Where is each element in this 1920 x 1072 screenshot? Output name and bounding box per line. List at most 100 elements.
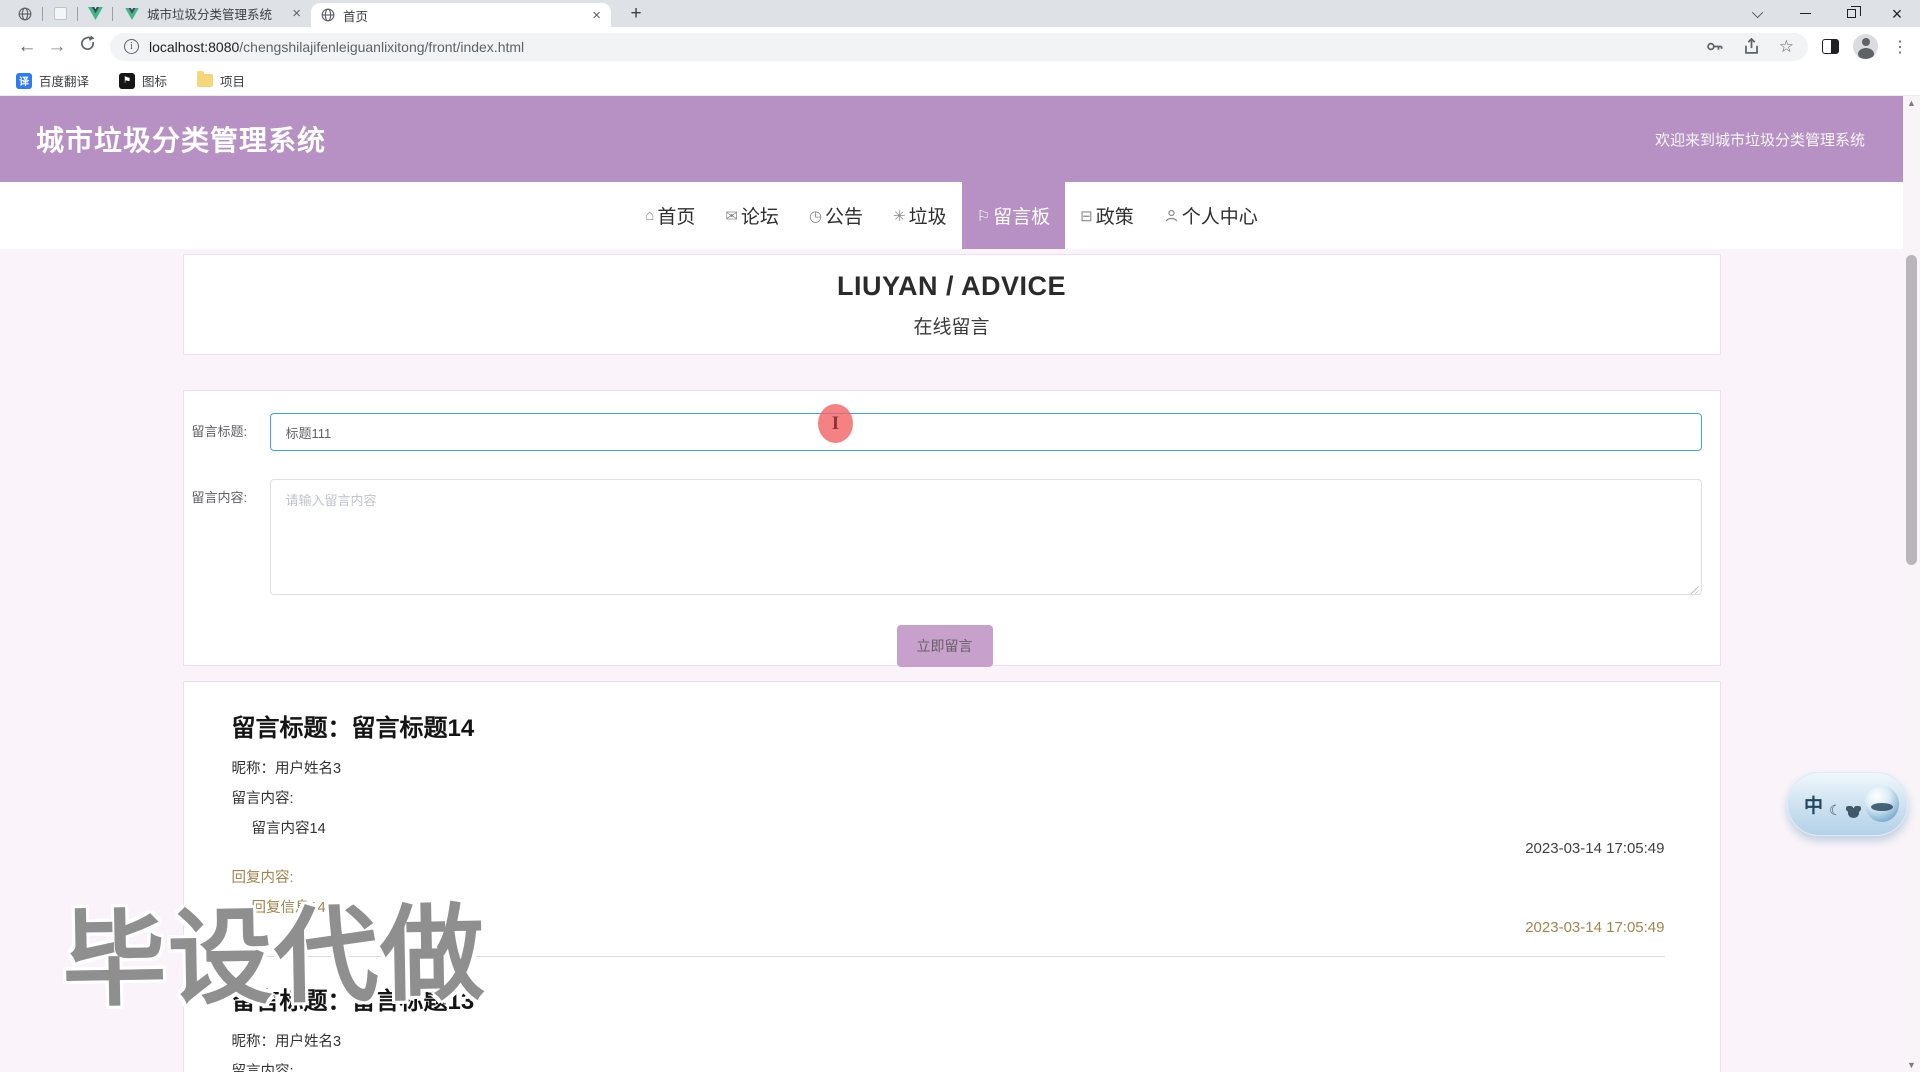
tab-garbage-system[interactable]: 城市垃圾分类管理系统 ×	[115, 0, 311, 27]
bookmark-label: 项目	[220, 75, 246, 89]
browser-tab-strip: 城市垃圾分类管理系统 × 首页 × + ×	[0, 0, 1920, 27]
nav-label: 个人中心	[1181, 207, 1258, 228]
form-row-title: 留言标题:	[188, 413, 1702, 451]
submit-row: 立即留言	[188, 625, 1702, 667]
message-content-label: 留言内容:	[231, 791, 294, 807]
banner-title: LIUYAN / ADVICE	[836, 271, 1067, 301]
tab-close-icon[interactable]: ×	[292, 6, 301, 21]
nav-item-notice[interactable]: ◷ 公告	[794, 182, 878, 249]
clock-icon: ◷	[808, 207, 823, 225]
scroll-down-arrow[interactable]: ▼	[1903, 1060, 1920, 1070]
tab-divider	[42, 6, 43, 21]
toolbar-right-controls: ⋮	[1822, 34, 1908, 59]
folder-icon	[197, 71, 214, 87]
submit-message-button[interactable]: 立即留言	[896, 625, 993, 667]
share-icon	[1744, 37, 1758, 54]
minimize-button[interactable]	[1782, 0, 1828, 27]
flag-image-icon: ⚑	[119, 72, 136, 89]
content-label: 留言内容:	[191, 490, 248, 505]
message-nickname: 昵称：用户姓名3	[231, 761, 342, 777]
nav-label: 留言板	[993, 207, 1051, 228]
message-content: 留言内容14	[251, 821, 326, 837]
main-nav: ⌂ 首页 ✉ 论坛 ◷ 公告 ✳ 垃圾 ⚐ 留言板 ⊟ 政策 个人中心	[0, 182, 1903, 249]
textarea-wrapper	[269, 479, 1702, 600]
url-path: /chengshilajifenleiguanlixitong/front/in…	[239, 38, 525, 55]
browser-menu-icon[interactable]: ⋮	[1892, 37, 1908, 57]
banner-card: LIUYAN / ADVICE 在线留言	[182, 254, 1721, 355]
baidu-translate-icon: 译	[16, 72, 32, 89]
nav-item-policy[interactable]: ⊟ 政策	[1065, 182, 1149, 249]
back-button[interactable]: ←	[12, 36, 42, 58]
user-icon	[1164, 208, 1179, 223]
globe-icon	[18, 7, 32, 20]
recording-cursor: I	[818, 404, 853, 443]
browser-toolbar: ← → i localhost:8080/chengshilajifenleig…	[0, 27, 1920, 66]
nav-label: 论坛	[740, 207, 779, 228]
bookmarks-bar: 译 百度翻译 ⚑ 图标 项目	[0, 66, 1920, 96]
message-content-label: 留言内容:	[231, 1064, 294, 1072]
close-window-button[interactable]: ×	[1874, 0, 1920, 27]
chevron-down-icon	[1751, 6, 1764, 18]
nav-item-user-center[interactable]: 个人中心	[1149, 182, 1273, 249]
pinned-tab-vue[interactable]	[80, 7, 110, 20]
pinned-tab-globe[interactable]	[10, 7, 40, 21]
page-scrollbar[interactable]: ▲ ▼	[1903, 96, 1920, 1072]
minimize-icon	[1799, 12, 1811, 15]
forward-button[interactable]: →	[42, 36, 72, 58]
scroll-up-arrow[interactable]: ▲	[1903, 98, 1920, 108]
bookmark-star-button[interactable]: ☆	[1779, 37, 1794, 57]
page-info-icon[interactable]: i	[124, 39, 139, 54]
form-row-content: 留言内容:	[188, 479, 1702, 600]
reload-button[interactable]	[72, 35, 102, 58]
blank-favicon	[53, 7, 67, 20]
ime-skin-icon[interactable]	[1847, 808, 1859, 818]
key-icon	[1706, 42, 1723, 51]
bookmark-label: 百度翻译	[39, 75, 90, 89]
moon-icon[interactable]: ☾	[1829, 802, 1842, 819]
message-timestamp: 2023-03-14 17:05:49	[1525, 840, 1665, 857]
bookmark-icons[interactable]: ⚑ 图标	[119, 71, 167, 90]
envelope-icon: ✉	[725, 207, 738, 225]
bookmark-baidu-translate[interactable]: 译 百度翻译	[16, 71, 89, 90]
pinned-tab-blank[interactable]	[45, 7, 75, 20]
tab-title: 首页	[343, 9, 369, 24]
restore-icon	[1846, 6, 1861, 18]
password-key-button[interactable]	[1705, 37, 1724, 56]
window-controls: ×	[1736, 0, 1920, 27]
nav-item-home[interactable]: ⌂ 首页	[630, 182, 710, 249]
nav-label: 垃圾	[908, 207, 947, 228]
pinned-tabs	[10, 0, 115, 27]
globe-icon	[321, 8, 335, 22]
message-title-input[interactable]	[269, 413, 1702, 451]
tab-divider	[112, 6, 113, 21]
message-content-textarea[interactable]	[269, 479, 1702, 595]
flag-icon: ⚐	[976, 207, 991, 225]
bookmark-project-folder[interactable]: 项目	[197, 71, 245, 90]
message-form-card: 留言标题: 留言内容: 立即留言	[182, 390, 1721, 667]
nav-item-garbage[interactable]: ✳ 垃圾	[878, 182, 962, 249]
tab-home-active[interactable]: 首页 ×	[311, 3, 611, 27]
share-button[interactable]	[1742, 37, 1761, 56]
tab-search-button[interactable]	[1736, 0, 1782, 27]
tab-divider	[77, 6, 78, 21]
home-icon: ⌂	[645, 207, 655, 224]
profile-avatar[interactable]	[1853, 34, 1878, 59]
ime-toolbar[interactable]: 中 ☾	[1787, 772, 1908, 836]
ime-globe-icon[interactable]	[1864, 786, 1899, 822]
address-bar[interactable]: i localhost:8080/chengshilajifenleiguanl…	[110, 32, 1808, 61]
url-text[interactable]: localhost:8080/chengshilajifenleiguanlix…	[149, 39, 1687, 55]
nav-item-message-board[interactable]: ⚐ 留言板	[961, 182, 1066, 249]
new-tab-button[interactable]: +	[623, 3, 649, 25]
site-header: 城市垃圾分类管理系统 欢迎来到城市垃圾分类管理系统	[0, 96, 1903, 182]
nav-label: 政策	[1095, 207, 1134, 228]
ime-language-indicator[interactable]: 中	[1804, 791, 1823, 818]
nav-item-forum[interactable]: ✉ 论坛	[710, 182, 794, 249]
site-title: 城市垃圾分类管理系统	[36, 125, 327, 156]
vue-icon	[87, 7, 103, 20]
side-panel-icon[interactable]	[1822, 39, 1839, 54]
welcome-text: 欢迎来到城市垃圾分类管理系统	[1654, 131, 1865, 149]
scrollbar-thumb[interactable]	[1905, 255, 1917, 565]
restore-button[interactable]	[1828, 0, 1874, 27]
tab-close-icon[interactable]: ×	[592, 8, 601, 23]
nav-label: 首页	[657, 207, 696, 228]
